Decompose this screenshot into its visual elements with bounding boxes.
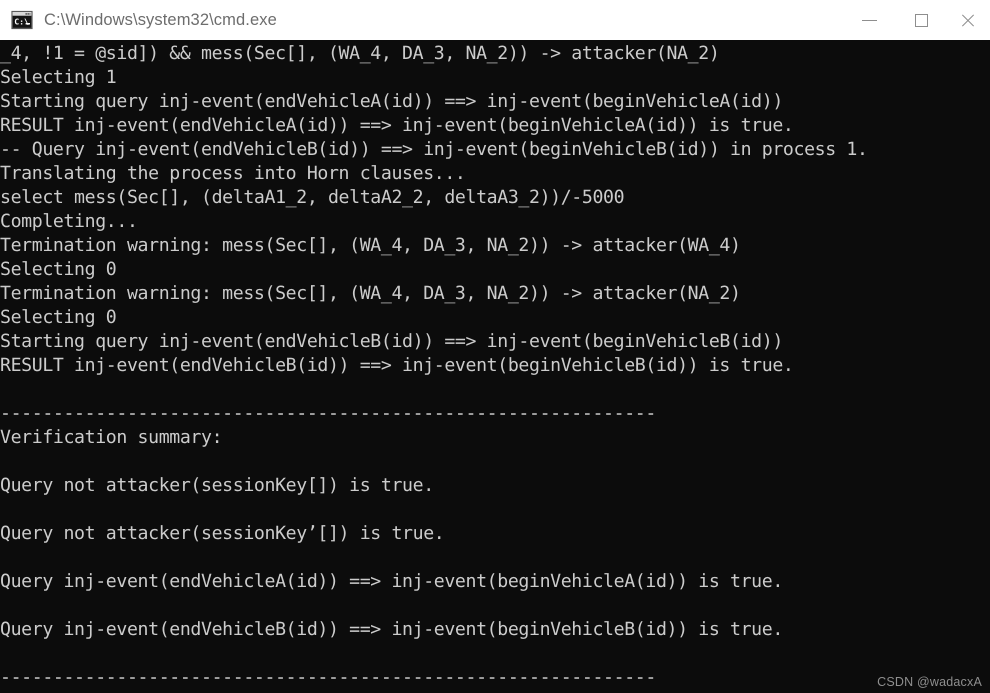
close-icon: [961, 14, 974, 27]
window-titlebar[interactable]: C:\ C:\Windows\system32\cmd.exe: [0, 0, 990, 40]
minimize-icon: [861, 19, 877, 21]
cmd-window: C:\ C:\Windows\system32\cmd.exe _4, !1 =…: [0, 0, 990, 693]
minimize-button[interactable]: [840, 0, 898, 40]
console-output-area[interactable]: _4, !1 = @sid]) && mess(Sec[], (WA_4, DA…: [0, 40, 990, 693]
maximize-icon: [914, 13, 928, 27]
close-button[interactable]: [944, 0, 990, 40]
window-title: C:\Windows\system32\cmd.exe: [44, 11, 277, 29]
cmd-console-icon: C:\: [11, 10, 33, 30]
svg-text:C:\: C:\: [14, 16, 29, 26]
maximize-button[interactable]: [898, 0, 944, 40]
watermark-label: CSDN @wadacxA: [877, 675, 982, 689]
window-controls: [840, 0, 990, 40]
console-text: _4, !1 = @sid]) && mess(Sec[], (WA_4, DA…: [0, 43, 868, 688]
